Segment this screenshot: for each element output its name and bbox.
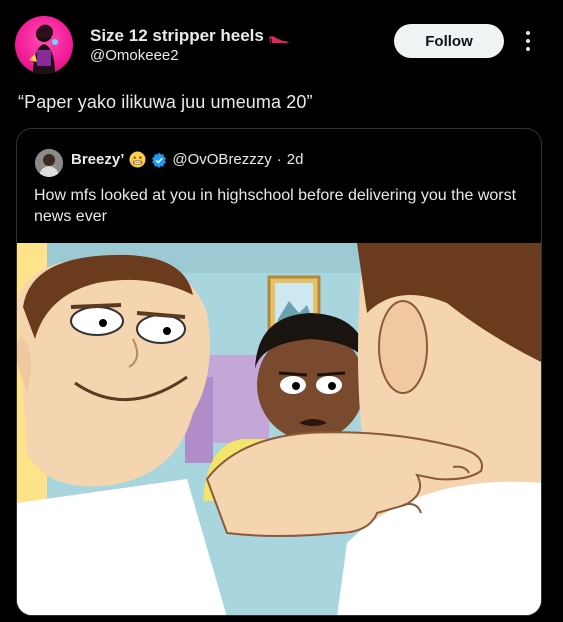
verified-badge-icon <box>152 152 167 168</box>
avatar-illustration <box>29 24 58 74</box>
follow-button[interactable]: Follow <box>394 24 504 58</box>
high-heel-icon <box>268 36 289 43</box>
separator-dot: · <box>276 151 282 168</box>
author-name-line: Size 12 stripper heels <box>90 26 290 46</box>
quoted-meta-line: Breezy’ @OvOBrezzzy · 2d <box>71 151 303 168</box>
quoted-author-avatar[interactable] <box>35 149 63 177</box>
quoted-display-name[interactable]: Breezy’ <box>71 151 124 168</box>
grimacing-face-icon <box>129 151 146 168</box>
more-vertical-icon[interactable] <box>522 28 534 54</box>
tweet-text: “Paper yako ilikuwa juu umeuma 20” <box>18 92 313 112</box>
quoted-tweet-text: How mfs looked at you in highschool befo… <box>34 187 517 225</box>
quoted-media-image[interactable] <box>17 243 541 615</box>
quoted-tweet-card[interactable]: Breezy’ @OvOBrezzzy · 2d How mfs looked … <box>16 128 542 616</box>
author-handle[interactable]: @Omokeee2 <box>90 47 179 64</box>
tweet-header: Size 12 stripper heels @Omokeee2 Follow <box>0 0 563 80</box>
author-avatar[interactable] <box>15 16 73 74</box>
quoted-handle[interactable]: @OvOBrezzzy <box>172 151 271 168</box>
author-display-name[interactable]: Size 12 stripper heels <box>90 26 264 46</box>
cartoon-meme-image <box>17 243 541 615</box>
quoted-timestamp[interactable]: 2d <box>287 151 304 168</box>
quoted-avatar-photo <box>35 149 63 177</box>
